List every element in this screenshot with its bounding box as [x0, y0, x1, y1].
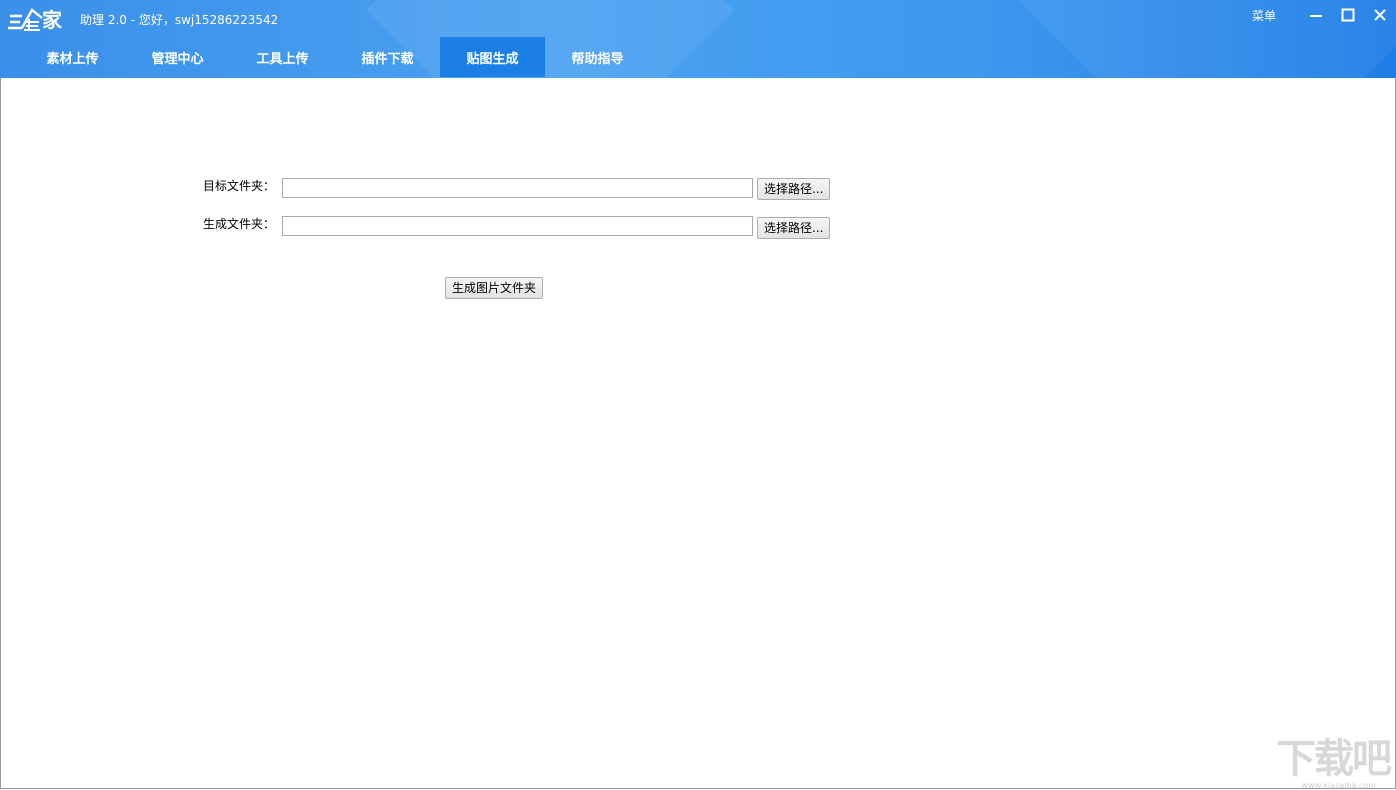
tab-help-guide[interactable]: 帮助指导 — [545, 37, 650, 77]
main-tabs: 素材上传 管理中心 工具上传 插件下载 贴图生成 帮助指导 — [20, 37, 650, 77]
close-icon — [1374, 9, 1386, 21]
tab-management-center[interactable]: 管理中心 — [125, 37, 230, 77]
target-folder-input[interactable] — [282, 178, 753, 198]
tab-plugin-download[interactable]: 插件下载 — [335, 37, 440, 77]
title-bar: 家 助理 2.0 - 您好，swj15286223542 菜单 素材上传 管理中… — [0, 0, 1396, 78]
generate-folder-button[interactable]: 生成图片文件夹 — [445, 277, 544, 299]
target-browse-button[interactable]: 选择路径... — [757, 178, 831, 200]
maximize-icon — [1341, 8, 1355, 22]
minimize-button[interactable] — [1300, 1, 1332, 29]
logo-mark-icon — [8, 8, 43, 31]
logo-text: 家 — [42, 8, 62, 32]
watermark-site: www.xiazaiba.com — [1301, 781, 1376, 790]
tab-tool-upload[interactable]: 工具上传 — [230, 37, 335, 77]
minimize-icon — [1310, 15, 1322, 17]
window-controls: 菜单 — [1252, 0, 1396, 30]
output-folder-label: 生成文件夹： — [203, 217, 276, 231]
tab-texture-generation[interactable]: 贴图生成 — [440, 37, 545, 77]
watermark-logo: 下载吧 — [1276, 736, 1392, 782]
tab-material-upload[interactable]: 素材上传 — [20, 37, 125, 77]
maximize-button[interactable] — [1332, 1, 1364, 29]
output-folder-input[interactable] — [282, 216, 753, 236]
output-browse-button[interactable]: 选择路径... — [757, 217, 831, 239]
window-title: 助理 2.0 - 您好，swj15286223542 — [80, 13, 279, 27]
close-button[interactable] — [1364, 1, 1396, 29]
target-folder-label: 目标文件夹： — [203, 179, 276, 193]
app-logo: 家 — [8, 4, 62, 32]
menu-button[interactable]: 菜单 — [1252, 7, 1276, 24]
